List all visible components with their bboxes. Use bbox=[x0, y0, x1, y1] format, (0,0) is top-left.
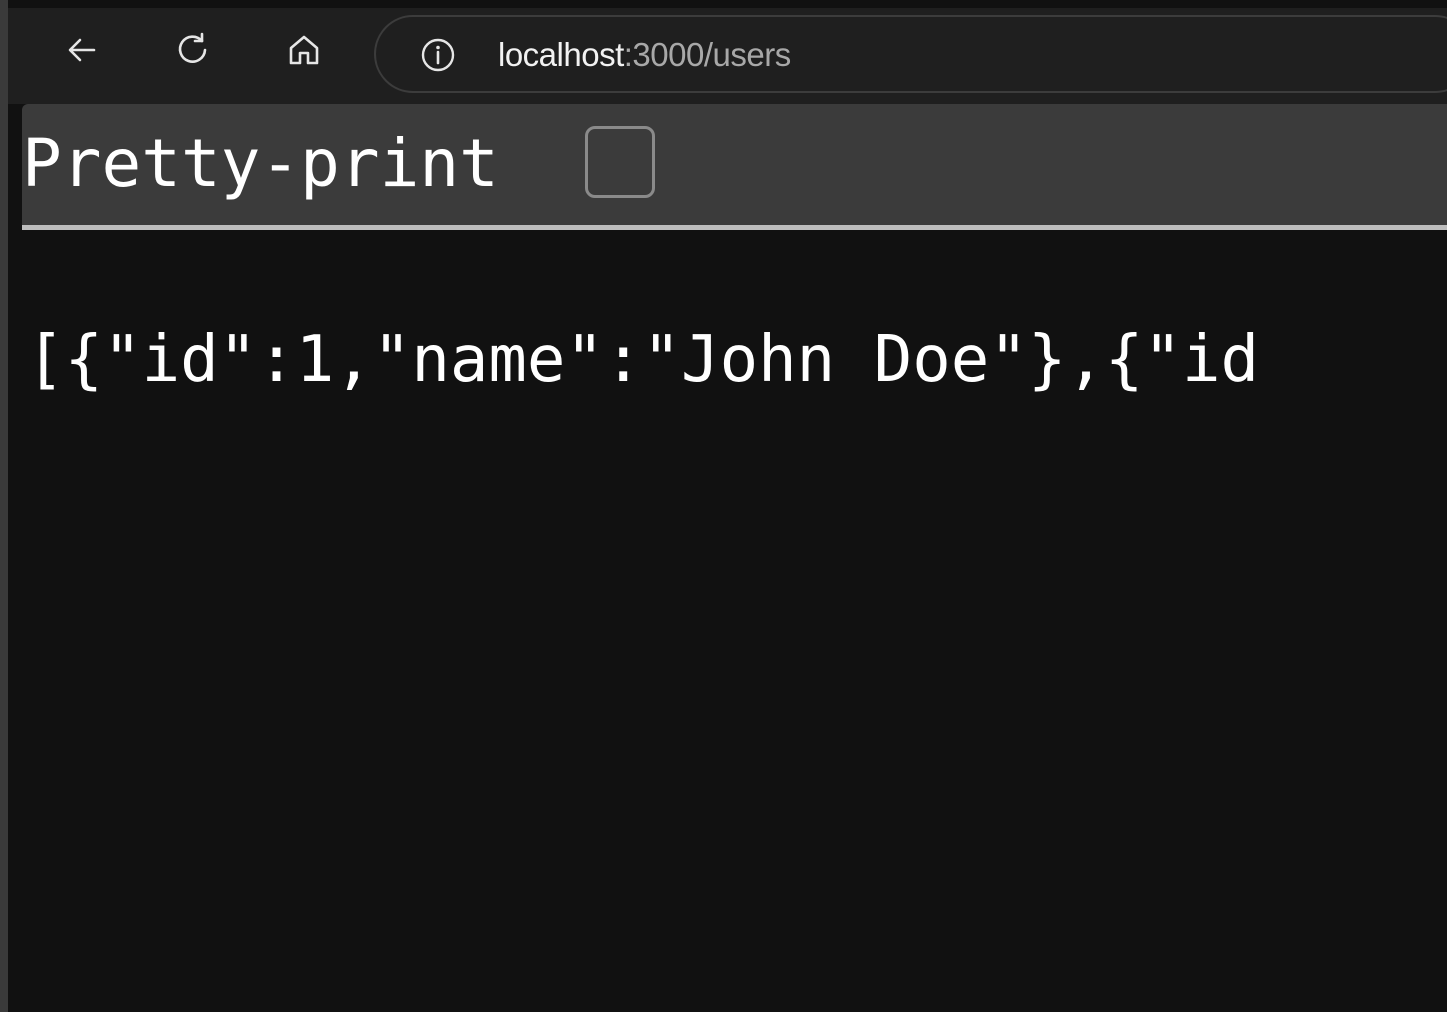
home-icon bbox=[289, 35, 319, 65]
pretty-print-divider bbox=[22, 225, 1447, 230]
pretty-print-bar: Pretty-print bbox=[22, 104, 1447, 226]
window-edge bbox=[0, 0, 8, 1012]
back-button[interactable] bbox=[60, 28, 104, 72]
browser-window: localhost:3000/users Pretty-print [{"id"… bbox=[0, 0, 1447, 1012]
url-host: localhost bbox=[498, 36, 624, 73]
pretty-print-checkbox[interactable] bbox=[585, 126, 655, 198]
browser-toolbar: localhost:3000/users bbox=[8, 8, 1447, 104]
reload-icon bbox=[178, 32, 207, 63]
url-path: :3000/users bbox=[623, 36, 791, 73]
address-bar[interactable]: localhost:3000/users bbox=[374, 15, 1447, 93]
info-icon[interactable] bbox=[420, 37, 456, 73]
json-response-text: [{"id":1,"name":"John Doe"},{"id bbox=[26, 323, 1259, 397]
reload-button[interactable] bbox=[171, 28, 215, 72]
home-button[interactable] bbox=[282, 28, 326, 72]
back-arrow-icon bbox=[68, 38, 96, 62]
url-text[interactable]: localhost:3000/users bbox=[498, 35, 791, 75]
pretty-print-label: Pretty-print bbox=[22, 125, 499, 202]
